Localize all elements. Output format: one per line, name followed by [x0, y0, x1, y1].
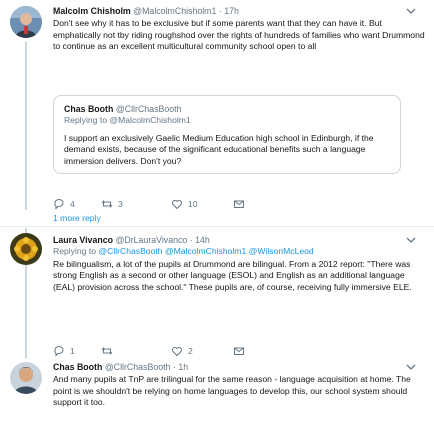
- replying-to-mention: @MalcolmChisholm1: [109, 115, 191, 125]
- avatar[interactable]: [10, 233, 42, 265]
- quoted-author-handle: @CllrChasBooth: [115, 104, 182, 114]
- envelope-icon: [234, 200, 244, 208]
- reply-icon: [54, 346, 64, 357]
- reply-button[interactable]: 1: [53, 345, 75, 357]
- separator: ·: [218, 6, 222, 16]
- chevron-down-icon[interactable]: [406, 236, 416, 244]
- heart-icon: [172, 200, 182, 210]
- author-handle[interactable]: @MalcolmChisholm1: [133, 6, 216, 16]
- avatar[interactable]: [10, 362, 42, 394]
- replying-to-mentions[interactable]: @CllrChasBooth @MalcolmChisholm1 @Wilson…: [98, 246, 313, 256]
- heart-icon: [172, 347, 182, 357]
- tweet-text: And many pupils at TnP are trilingual fo…: [53, 374, 411, 407]
- quoted-author-name: Chas Booth: [64, 104, 114, 114]
- quoted-tweet[interactable]: Chas Booth @CllrChasBooth Replying to @M…: [53, 95, 401, 174]
- chevron-down-icon[interactable]: [406, 7, 416, 15]
- timestamp[interactable]: 1h: [178, 362, 188, 372]
- author-name[interactable]: Malcolm Chisholm: [53, 6, 131, 16]
- replying-to-label: Replying to: [64, 115, 107, 125]
- timestamp[interactable]: 17h: [224, 6, 239, 16]
- message-button[interactable]: [233, 198, 245, 210]
- like-button[interactable]: 2: [171, 345, 193, 357]
- tweet-actions: 4 3 10: [53, 198, 263, 210]
- retweet-count: 3: [118, 199, 123, 209]
- author-handle[interactable]: @CllrChasBooth: [105, 362, 171, 372]
- author-name[interactable]: Chas Booth: [53, 362, 102, 372]
- divider: [0, 226, 434, 227]
- quoted-tweet-text: I support an exclusively Gaelic Medium E…: [64, 132, 374, 166]
- like-count: 2: [188, 346, 193, 356]
- separator: ·: [172, 362, 176, 372]
- reply-icon: [54, 199, 64, 210]
- tweet-actions: 1 2: [53, 345, 263, 357]
- retweet-button[interactable]: [101, 345, 118, 357]
- reply-button[interactable]: 4: [53, 198, 75, 210]
- show-more-replies-link[interactable]: 1 more reply: [53, 213, 101, 223]
- message-button[interactable]: [233, 345, 245, 357]
- tweet-text: Don't see why it has to be exclusive but…: [53, 18, 425, 51]
- reply-count: 1: [70, 346, 75, 356]
- replying-to-label: Replying to: [53, 246, 96, 256]
- like-button[interactable]: 10: [171, 198, 198, 210]
- reply-count: 4: [70, 199, 75, 209]
- chevron-down-icon[interactable]: [406, 363, 416, 371]
- tweet-text: Re bilingualism, a lot of the pupils at …: [53, 258, 412, 292]
- like-count: 10: [188, 199, 198, 209]
- author-handle[interactable]: @DrLauraVivanco: [115, 235, 187, 245]
- separator: ·: [189, 235, 193, 245]
- timestamp[interactable]: 14h: [195, 235, 210, 245]
- thread-line: [25, 42, 27, 210]
- retweet-icon: [101, 200, 113, 208]
- avatar[interactable]: [10, 6, 42, 38]
- retweet-button[interactable]: 3: [101, 198, 123, 210]
- author-name[interactable]: Laura Vivanco: [53, 235, 113, 245]
- envelope-icon: [234, 347, 244, 355]
- retweet-icon: [101, 347, 113, 355]
